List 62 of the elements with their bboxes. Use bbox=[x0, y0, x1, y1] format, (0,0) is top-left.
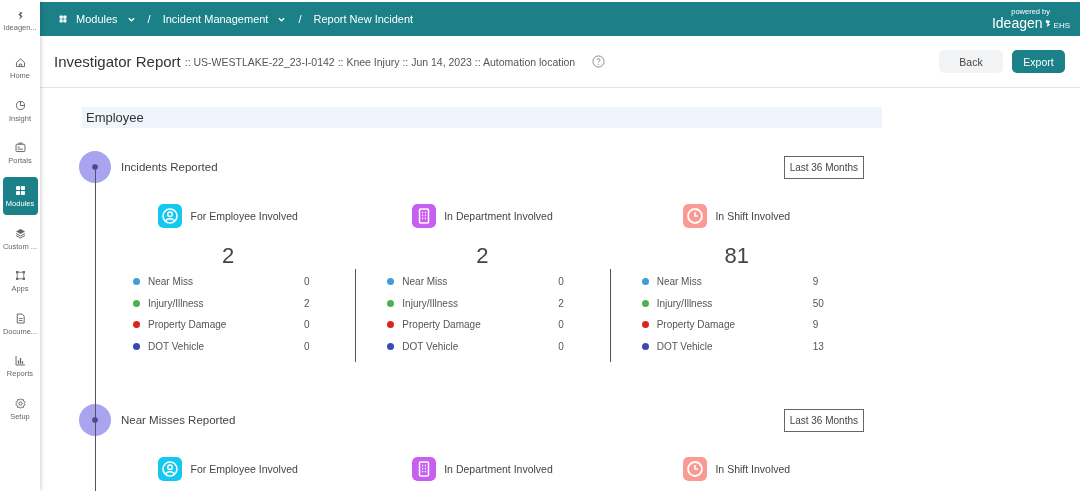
category-label: Injury/Illness bbox=[402, 297, 459, 309]
report-details: :: US-WESTLAKE-22_23-I-0142 :: Knee Injury :: Jun 14, 2023 :: Automation location bbox=[184, 55, 576, 68]
category-count: 0 bbox=[558, 340, 564, 352]
timeline-marker bbox=[79, 404, 111, 436]
category-count: 13 bbox=[812, 340, 824, 352]
total-count: 2 bbox=[222, 243, 235, 269]
total-count: 2 bbox=[476, 243, 489, 269]
category-count: 0 bbox=[304, 340, 310, 352]
category-label: Near Miss bbox=[148, 276, 194, 288]
section-title: Incidents Reported bbox=[121, 161, 219, 173]
brand-suffix: EHS bbox=[1053, 21, 1070, 30]
timeline-marker bbox=[79, 151, 111, 183]
period-label: Last 36 Months bbox=[783, 155, 864, 179]
category-count: 0 bbox=[558, 319, 564, 331]
category-label: Property Damage bbox=[402, 319, 482, 331]
breadcrumb-link[interactable]: Incident Management bbox=[162, 13, 287, 25]
category-count: 0 bbox=[558, 276, 564, 288]
category-label: Property Damage bbox=[148, 319, 228, 331]
category-label: Injury/Illness bbox=[656, 297, 714, 309]
section-title: Near Misses Reported bbox=[121, 414, 237, 426]
back-button[interactable]: Back bbox=[939, 50, 1003, 73]
gear-icon bbox=[13, 397, 27, 411]
grid-icon bbox=[13, 184, 27, 198]
logo-icon bbox=[1044, 18, 1052, 28]
card-title: In Shift Involved bbox=[715, 210, 791, 222]
category-count: 9 bbox=[812, 276, 819, 288]
layers-icon bbox=[13, 226, 27, 240]
category-label: Injury/Illness bbox=[148, 297, 205, 309]
category-label: DOT Vehicle bbox=[402, 340, 460, 352]
category-count: 9 bbox=[812, 319, 819, 331]
category-label: DOT Vehicle bbox=[656, 340, 714, 352]
category-count: 50 bbox=[812, 297, 824, 309]
category-label: Near Miss bbox=[656, 276, 703, 288]
card-title: For Employee Involved bbox=[190, 210, 298, 222]
category-count: 2 bbox=[558, 297, 564, 309]
export-button[interactable]: Export bbox=[1012, 50, 1065, 73]
grid-icon bbox=[58, 14, 68, 24]
category-label: Near Miss bbox=[402, 276, 449, 288]
card-title: In Department Involved bbox=[444, 463, 553, 475]
portal-icon bbox=[13, 141, 27, 155]
pie-icon bbox=[13, 98, 27, 112]
apps-icon bbox=[13, 269, 27, 283]
help-icon[interactable] bbox=[592, 55, 606, 68]
breadcrumb-separator: / bbox=[147, 13, 151, 25]
card-title: In Department Involved bbox=[444, 210, 553, 222]
card-title: For Employee Involved bbox=[190, 463, 298, 475]
period-label: Last 36 Months bbox=[783, 408, 864, 432]
category-count: 0 bbox=[304, 319, 310, 331]
breadcrumb-separator: / bbox=[298, 13, 302, 25]
category-label: Property Damage bbox=[656, 319, 737, 331]
brand-name: Ideagen bbox=[991, 15, 1043, 30]
breadcrumb-link[interactable]: Report New Incident bbox=[313, 13, 414, 25]
page-title: Investigator Report bbox=[54, 53, 181, 70]
category-count: 2 bbox=[304, 297, 310, 309]
category-count: 0 bbox=[304, 276, 310, 288]
group-title: Employee bbox=[82, 107, 882, 128]
category-label: DOT Vehicle bbox=[148, 340, 205, 352]
card-title: In Shift Involved bbox=[715, 463, 791, 475]
breadcrumb-link[interactable]: Modules bbox=[58, 13, 136, 25]
total-count: 81 bbox=[724, 243, 750, 269]
home-icon bbox=[13, 56, 27, 70]
bars-icon bbox=[13, 354, 27, 368]
